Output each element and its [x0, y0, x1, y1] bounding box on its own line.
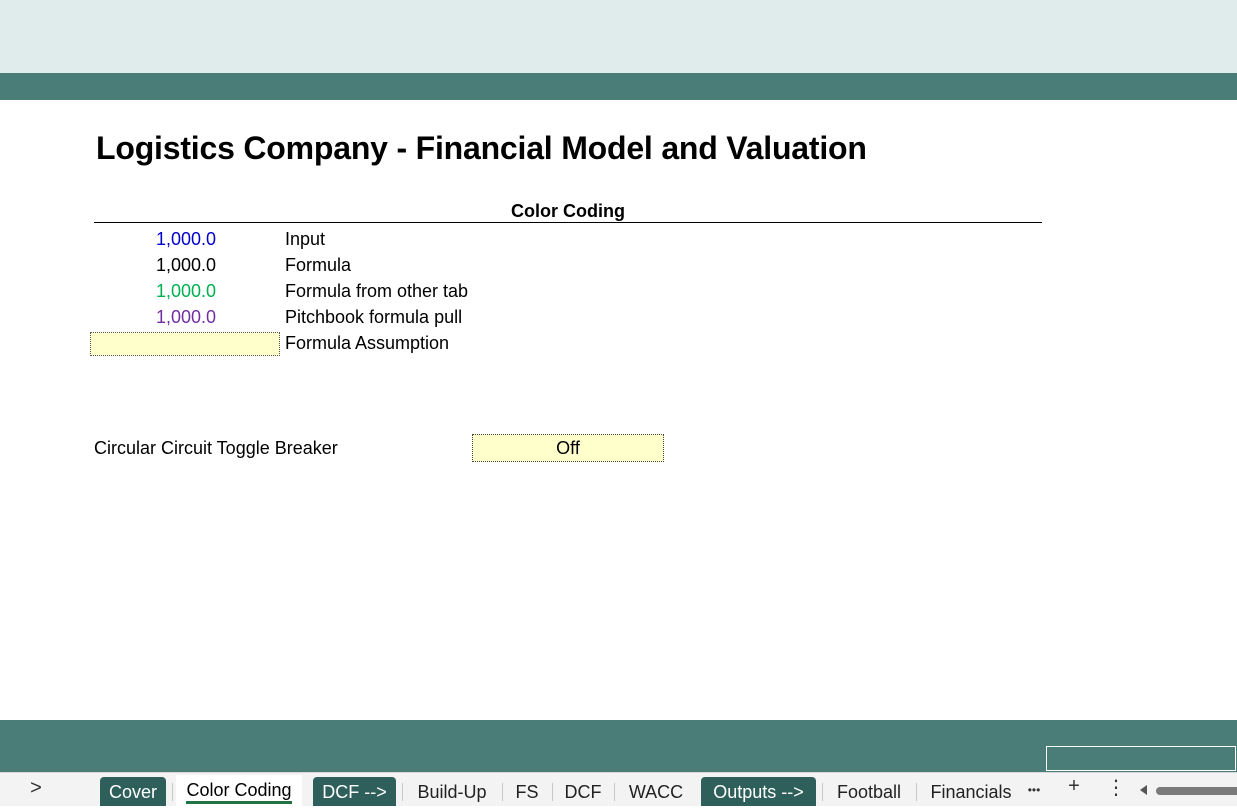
page-title[interactable]: Logistics Company - Financial Model and …	[96, 130, 867, 167]
tab-separator	[822, 783, 823, 801]
active-tab-underline	[186, 801, 292, 804]
tab-color-coding[interactable]: Color Coding	[176, 775, 302, 806]
legend-label-other-tab[interactable]: Formula from other tab	[285, 278, 468, 304]
header-band	[0, 0, 1237, 73]
more-tabs-icon[interactable]: •••	[1024, 783, 1044, 797]
scroll-left-icon[interactable]	[1140, 785, 1147, 795]
tab-build-up[interactable]: Build-Up	[406, 777, 498, 806]
tab-separator	[502, 783, 503, 801]
legend-row-formula: 1,000.0 Formula	[94, 252, 594, 278]
tab-color-coding-label: Color Coding	[186, 780, 292, 800]
tab-cover[interactable]: Cover	[100, 777, 166, 806]
tab-dcf[interactable]: DCF	[556, 777, 610, 806]
legend-label-formula[interactable]: Formula	[285, 252, 351, 278]
header-bar	[0, 73, 1237, 100]
tab-dcf-divider[interactable]: DCF -->	[313, 777, 396, 806]
tab-football[interactable]: Football	[826, 777, 912, 806]
tab-separator	[172, 783, 173, 801]
tab-separator	[552, 783, 553, 801]
tab-wacc[interactable]: WACC	[618, 777, 694, 806]
legend-value-input[interactable]: 1,000.0	[94, 226, 216, 252]
legend-value-pitchbook[interactable]: 1,000.0	[94, 304, 216, 330]
horizontal-scrollbar-thumb[interactable]	[1156, 787, 1237, 795]
sheet-tab-bar: > Cover Color Coding DCF --> Build-Up FS…	[0, 772, 1237, 806]
legend-label-assumption[interactable]: Formula Assumption	[285, 330, 449, 356]
tab-fs[interactable]: FS	[506, 777, 548, 806]
legend-row-other-tab: 1,000.0 Formula from other tab	[94, 278, 594, 304]
legend-label-pitchbook[interactable]: Pitchbook formula pull	[285, 304, 462, 330]
tab-financials[interactable]: Financials	[920, 777, 1022, 806]
circuit-toggle-cell[interactable]: Off	[472, 434, 664, 462]
tab-separator	[614, 783, 615, 801]
tab-scroll-next-button[interactable]: >	[26, 777, 46, 800]
add-sheet-icon[interactable]: +	[1062, 775, 1086, 798]
legend-value-formula[interactable]: 1,000.0	[94, 252, 216, 278]
legend-row-assumption: Formula Assumption	[90, 330, 594, 356]
legend-label-input[interactable]: Input	[285, 226, 325, 252]
legend-row-pitchbook: 1,000.0 Pitchbook formula pull	[94, 304, 594, 330]
legend-value-other-tab[interactable]: 1,000.0	[94, 278, 216, 304]
color-coding-header[interactable]: Color Coding	[94, 200, 1042, 223]
legend-row-input: 1,000.0 Input	[94, 226, 594, 252]
tab-outputs-divider[interactable]: Outputs -->	[701, 777, 816, 806]
circuit-toggle-label[interactable]: Circular Circuit Toggle Breaker	[94, 435, 338, 461]
vertical-menu-icon[interactable]: ⋮	[1106, 775, 1126, 800]
tab-separator	[402, 783, 403, 801]
selected-cell-outline[interactable]	[1046, 746, 1236, 771]
tab-separator	[916, 783, 917, 801]
assumption-cell[interactable]	[90, 332, 280, 356]
